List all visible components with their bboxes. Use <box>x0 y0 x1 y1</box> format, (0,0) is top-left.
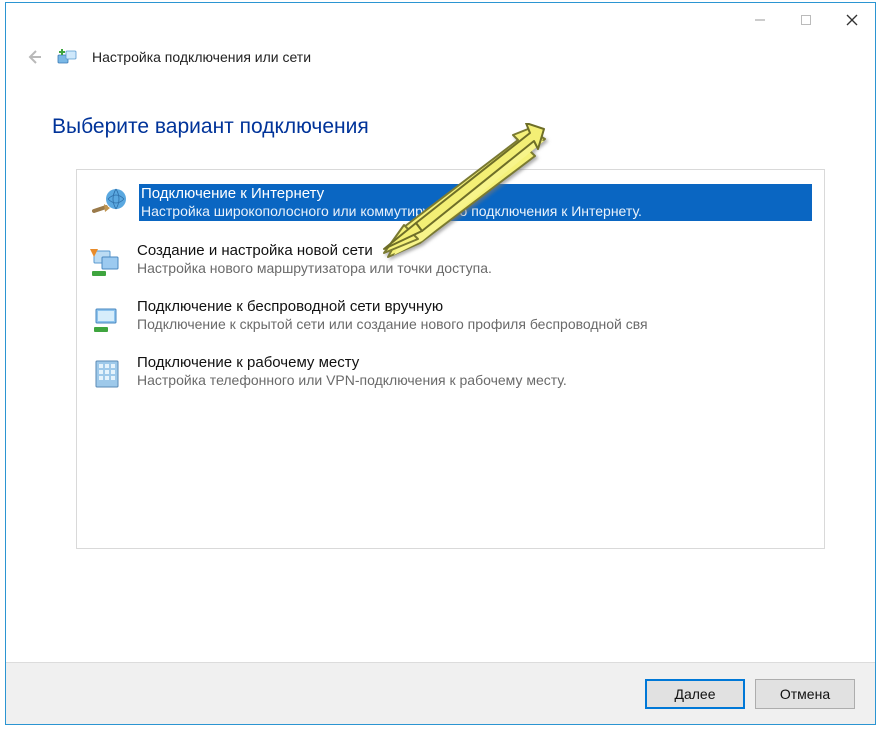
option-desc: Настройка телефонного или VPN-подключени… <box>137 372 814 388</box>
network-wizard-icon <box>56 45 80 69</box>
router-icon <box>87 242 127 280</box>
footer: Далее Отмена <box>6 662 875 724</box>
minimize-button[interactable] <box>737 5 783 35</box>
page-heading: Выберите вариант подключения <box>52 115 829 139</box>
option-workplace[interactable]: Подключение к рабочему месту Настройка т… <box>77 346 824 402</box>
titlebar <box>6 3 875 37</box>
option-title: Подключение к беспроводной сети вручную <box>137 298 814 315</box>
option-create-network[interactable]: Создание и настройка новой сети Настройк… <box>77 234 824 290</box>
options-list: Подключение к Интернету Настройка широко… <box>76 169 825 549</box>
content-area: Выберите вариант подключения Подключение… <box>6 69 875 549</box>
option-desc: Подключение к скрытой сети или создание … <box>137 316 814 332</box>
option-wireless-manual[interactable]: Подключение к беспроводной сети вручную … <box>77 290 824 346</box>
cancel-button[interactable]: Отмена <box>755 679 855 709</box>
globe-icon <box>89 184 129 222</box>
maximize-button[interactable] <box>783 5 829 35</box>
dialog-window: Настройка подключения или сети Выберите … <box>5 2 876 725</box>
header-title: Настройка подключения или сети <box>92 49 311 65</box>
option-desc: Настройка нового маршрутизатора или точк… <box>137 260 814 276</box>
option-desc: Настройка широкополосного или коммутируе… <box>141 203 810 219</box>
option-title: Создание и настройка новой сети <box>137 242 814 259</box>
back-arrow-icon[interactable] <box>24 47 44 67</box>
workplace-icon <box>87 354 127 392</box>
option-connect-internet[interactable]: Подключение к Интернету Настройка широко… <box>85 178 816 230</box>
header-row: Настройка подключения или сети <box>6 37 875 69</box>
next-button[interactable]: Далее <box>645 679 745 709</box>
option-title: Подключение к рабочему месту <box>137 354 814 371</box>
option-title: Подключение к Интернету <box>141 185 810 202</box>
close-button[interactable] <box>829 5 875 35</box>
wireless-icon <box>87 298 127 336</box>
